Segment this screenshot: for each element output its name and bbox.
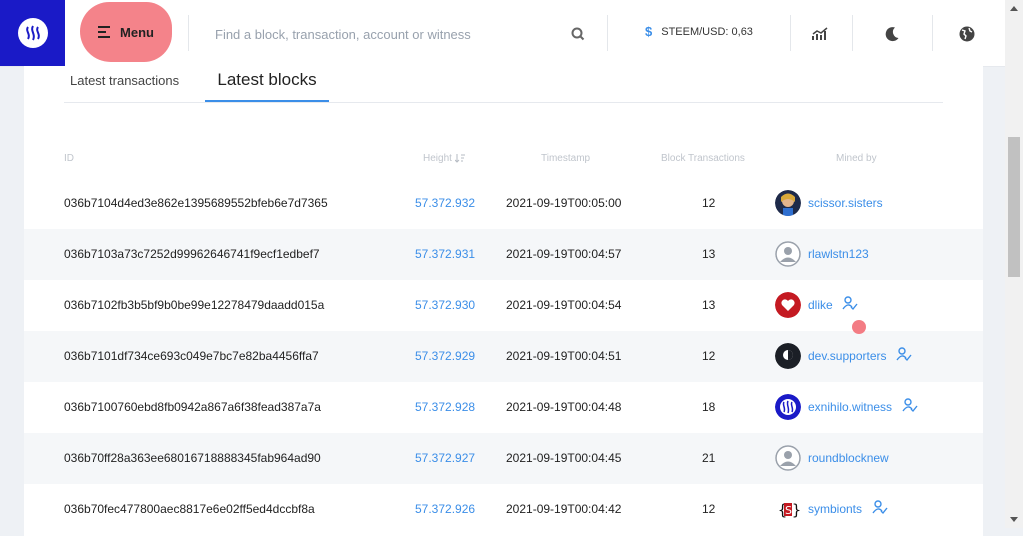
- scrollbar[interactable]: [1005, 0, 1023, 528]
- search-input[interactable]: Find a block, transaction, account or wi…: [215, 24, 585, 44]
- miner-avatar[interactable]: {S}: [775, 496, 801, 522]
- block-transaction-count: 18: [702, 400, 716, 414]
- cursor-marker: [852, 320, 866, 334]
- block-id[interactable]: 036b7104d4ed3e862e1395689552bfeb6e7d7365: [64, 196, 328, 210]
- divider: [188, 15, 189, 51]
- column-mined-by[interactable]: Mined by: [836, 153, 877, 164]
- table-row[interactable]: 036b7103a73c7252d99962646741f9ecf1edbef7…: [24, 229, 983, 280]
- block-transaction-count: 21: [702, 451, 716, 465]
- block-timestamp: 2021-09-19T00:05:00: [506, 196, 622, 210]
- block-transaction-count: 13: [702, 247, 716, 261]
- steem-price: $ STEEM/USD: 0,63: [645, 24, 753, 39]
- svg-text:S: S: [785, 504, 792, 517]
- menu-label: Menu: [120, 24, 154, 40]
- block-height-link[interactable]: 57.372.929: [415, 349, 475, 363]
- miner-avatar[interactable]: [775, 292, 801, 318]
- price-label: STEEM/USD: 0,63: [661, 25, 753, 38]
- block-id[interactable]: 036b7103a73c7252d99962646741f9ecf1edbef7: [64, 247, 320, 261]
- column-id[interactable]: ID: [64, 153, 74, 164]
- chart-icon[interactable]: [808, 22, 832, 46]
- divider: [932, 15, 933, 51]
- block-id[interactable]: 036b70ff28a363ee68016718888345fab964ad90: [64, 451, 321, 465]
- table-row[interactable]: 036b70fec477800aec8817e6e02ff5ed4dccbf8a…: [24, 484, 983, 535]
- column-timestamp[interactable]: Timestamp: [541, 153, 590, 164]
- divider: [852, 15, 853, 51]
- column-height-label: Height: [423, 153, 452, 164]
- sort-icon: [454, 153, 465, 163]
- miner-link[interactable]: dev.supporters: [808, 349, 887, 363]
- block-timestamp: 2021-09-19T00:04:57: [506, 247, 622, 261]
- miner-link[interactable]: dlike: [808, 298, 833, 312]
- block-id[interactable]: 036b7100760ebd8fb0942a867a6f38fead387a7a: [64, 400, 321, 414]
- miner-avatar[interactable]: [775, 394, 801, 420]
- miner-link[interactable]: scissor.sisters: [808, 196, 883, 210]
- divider: [790, 15, 791, 51]
- table-header: ID Height Timestamp Block Transactions M…: [24, 150, 983, 170]
- block-timestamp: 2021-09-19T00:04:54: [506, 298, 622, 312]
- block-timestamp: 2021-09-19T00:04:48: [506, 400, 622, 414]
- search-placeholder: Find a block, transaction, account or wi…: [215, 26, 471, 42]
- column-block-transactions[interactable]: Block Transactions: [661, 153, 745, 164]
- block-height-link[interactable]: 57.372.928: [415, 400, 475, 414]
- scroll-down-arrow[interactable]: [1010, 517, 1018, 522]
- miner-avatar[interactable]: [775, 190, 801, 216]
- witness-verified-icon: [842, 295, 858, 311]
- table-row[interactable]: 036b7101df734ce693c049e7bc7e82ba4456ffa7…: [24, 331, 983, 382]
- search-icon[interactable]: [571, 27, 585, 41]
- block-timestamp: 2021-09-19T00:04:51: [506, 349, 622, 363]
- tabs: Latest transactions Latest blocks: [64, 66, 943, 103]
- witness-verified-icon: [896, 346, 912, 362]
- dollar-icon: $: [645, 24, 653, 39]
- block-height-link[interactable]: 57.372.926: [415, 502, 475, 516]
- table-row[interactable]: 036b7102fb3b5bf9b0be99e12278479daadd015a…: [24, 280, 983, 331]
- block-id[interactable]: 036b70fec477800aec8817e6e02ff5ed4dccbf8a: [64, 502, 315, 516]
- hamburger-icon: [98, 26, 111, 38]
- block-id[interactable]: 036b7102fb3b5bf9b0be99e12278479daadd015a: [64, 298, 324, 312]
- menu-button[interactable]: Menu: [80, 2, 172, 62]
- globe-icon[interactable]: [955, 22, 979, 46]
- table-row[interactable]: 036b7100760ebd8fb0942a867a6f38fead387a7a…: [24, 382, 983, 433]
- miner-avatar[interactable]: [775, 343, 801, 369]
- block-timestamp: 2021-09-19T00:04:45: [506, 451, 622, 465]
- miner-link[interactable]: exnihilo.witness: [808, 400, 892, 414]
- block-transaction-count: 12: [702, 502, 716, 516]
- scroll-up-arrow[interactable]: [1010, 6, 1018, 11]
- steem-logo-icon: [17, 18, 48, 48]
- miner-link[interactable]: symbionts: [808, 502, 862, 516]
- block-timestamp: 2021-09-19T00:04:42: [506, 502, 622, 516]
- witness-verified-icon: [872, 499, 888, 515]
- witness-verified-icon: [902, 397, 918, 413]
- table-row[interactable]: 036b7104d4ed3e862e1395689552bfeb6e7d7365…: [24, 178, 983, 229]
- block-transaction-count: 12: [702, 196, 716, 210]
- svg-text:}: }: [792, 501, 801, 519]
- blocks-card: Latest transactions Latest blocks ID Hei…: [24, 66, 983, 536]
- moon-icon[interactable]: [880, 22, 904, 46]
- table-row[interactable]: 036b70ff28a363ee68016718888345fab964ad90…: [24, 433, 983, 484]
- block-id[interactable]: 036b7101df734ce693c049e7bc7e82ba4456ffa7: [64, 349, 319, 363]
- block-height-link[interactable]: 57.372.927: [415, 451, 475, 465]
- miner-avatar[interactable]: [775, 241, 801, 267]
- block-height-link[interactable]: 57.372.931: [415, 247, 475, 261]
- column-height[interactable]: Height: [423, 153, 465, 164]
- tab-latest-blocks[interactable]: Latest blocks: [205, 60, 329, 102]
- scrollbar-thumb[interactable]: [1008, 137, 1020, 277]
- miner-avatar[interactable]: [775, 445, 801, 471]
- block-height-link[interactable]: 57.372.932: [415, 196, 475, 210]
- block-transaction-count: 12: [702, 349, 716, 363]
- block-transaction-count: 13: [702, 298, 716, 312]
- steem-logo[interactable]: [0, 0, 65, 66]
- divider: [607, 15, 608, 51]
- miner-link[interactable]: rlawlstn123: [808, 247, 869, 261]
- tab-latest-transactions[interactable]: Latest transactions: [70, 62, 179, 98]
- miner-link[interactable]: roundblocknew: [808, 451, 889, 465]
- block-height-link[interactable]: 57.372.930: [415, 298, 475, 312]
